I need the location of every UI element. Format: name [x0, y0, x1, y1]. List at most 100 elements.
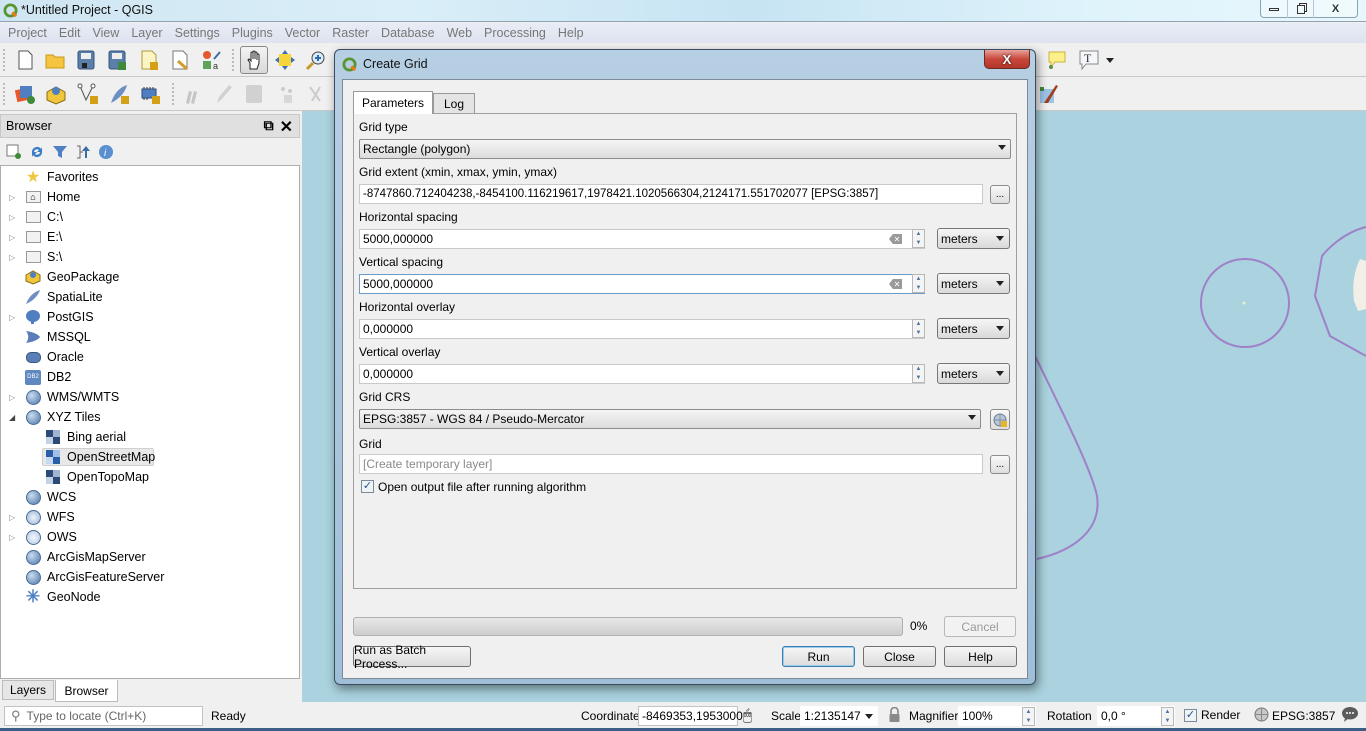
text-annotation-button[interactable]: T: [1076, 47, 1102, 73]
refresh-icon[interactable]: [28, 143, 46, 161]
menu-database[interactable]: Database: [375, 26, 441, 40]
expand-arrow-icon[interactable]: ▷: [9, 213, 17, 222]
tree-item-openstreetmap[interactable]: OpenStreetMap: [1, 447, 299, 467]
tree-item-arcgis-map-server[interactable]: ArcGisMapServer: [1, 547, 299, 567]
menu-edit[interactable]: Edit: [53, 26, 87, 40]
style-dock-button[interactable]: [1036, 81, 1062, 107]
new-virtual-layer-button[interactable]: [137, 81, 163, 107]
tree-item-drive-e[interactable]: ▷ E:\: [1, 227, 299, 247]
tree-item-wfs[interactable]: ▷ WFS: [1, 507, 299, 527]
current-edits-button[interactable]: [180, 81, 206, 107]
expand-arrow-icon[interactable]: ▷: [9, 393, 17, 402]
open-project-button[interactable]: [42, 47, 68, 73]
magnifier-spinner[interactable]: ▲ ▼: [1022, 707, 1035, 726]
expand-arrow-icon[interactable]: ▷: [9, 513, 17, 522]
horizontal-overlay-unit-select[interactable]: meters: [937, 318, 1010, 339]
menu-plugins[interactable]: Plugins: [226, 26, 279, 40]
add-selected-layers-icon[interactable]: [5, 143, 23, 161]
tree-item-wms-wmts[interactable]: ▷ WMS/WMTS: [1, 387, 299, 407]
style-manager-button[interactable]: a: [198, 47, 224, 73]
tree-item-mssql[interactable]: MSSQL: [1, 327, 299, 347]
toolbar-grip[interactable]: [172, 83, 175, 105]
coordinate-input[interactable]: -8469353,1953000: [638, 706, 743, 726]
vertical-overlay-input[interactable]: 0,000000: [359, 364, 925, 384]
project-crs-button[interactable]: EPSG:3857: [1272, 709, 1335, 723]
new-project-button[interactable]: [12, 47, 38, 73]
tree-item-xyz-tiles[interactable]: ◢ XYZ Tiles: [1, 407, 299, 427]
browser-tree[interactable]: ★ Favorites ▷ ⌂ Home ▷ C:\ ▷ E:\ ▷ S:\ GeoPack…: [0, 165, 300, 679]
tree-item-opentopomap[interactable]: OpenTopoMap: [1, 467, 299, 487]
grid-extent-browse-button[interactable]: ...: [990, 185, 1010, 204]
annotation-dropdown-arrow[interactable]: [1106, 58, 1114, 63]
tree-item-favorites[interactable]: ★ Favorites: [1, 167, 299, 187]
tree-item-spatialite[interactable]: SpatiaLite: [1, 287, 299, 307]
lock-scale-icon[interactable]: [889, 706, 900, 725]
toolbar-grip[interactable]: [3, 83, 6, 105]
tree-item-drive-c[interactable]: ▷ C:\: [1, 207, 299, 227]
collapse-all-icon[interactable]: [74, 143, 92, 161]
open-output-checkbox[interactable]: ✓: [361, 480, 374, 493]
float-panel-icon[interactable]: ⧉: [264, 117, 274, 137]
vertical-overlay-unit-select[interactable]: meters: [937, 363, 1010, 384]
menu-view[interactable]: View: [86, 26, 125, 40]
toolbar-grip[interactable]: [232, 49, 235, 71]
tree-item-geonode[interactable]: ✳ GeoNode: [1, 587, 299, 607]
filter-icon[interactable]: [51, 143, 69, 161]
expand-arrow-icon[interactable]: ▷: [9, 253, 17, 262]
grid-extent-input[interactable]: -8747860.712404238,-8454100.116219617,19…: [359, 184, 983, 204]
save-as-button[interactable]: [104, 47, 130, 73]
vertical-spacing-spinner[interactable]: ▲ ▼: [912, 274, 925, 293]
close-button[interactable]: Close: [863, 646, 936, 667]
menu-settings[interactable]: Settings: [169, 26, 226, 40]
save-edits-button[interactable]: [241, 81, 267, 107]
tree-item-ows[interactable]: ▷ OWS: [1, 527, 299, 547]
horizontal-spacing-spinner[interactable]: ▲ ▼: [912, 229, 925, 248]
horizontal-overlay-spinner[interactable]: ▲ ▼: [912, 319, 925, 338]
expand-arrow-icon[interactable]: ▷: [9, 533, 17, 542]
tree-item-postgis[interactable]: ▷ PostGIS: [1, 307, 299, 327]
minimize-button[interactable]: [1261, 0, 1287, 18]
expand-arrow-icon[interactable]: ▷: [9, 193, 17, 202]
vertical-spacing-unit-select[interactable]: meters: [937, 273, 1010, 294]
select-crs-button[interactable]: [990, 409, 1010, 430]
menu-vector[interactable]: Vector: [279, 26, 326, 40]
toggle-editing-button[interactable]: [210, 81, 236, 107]
tab-browser[interactable]: Browser: [55, 680, 118, 702]
tree-item-home[interactable]: ▷ ⌂ Home: [1, 187, 299, 207]
new-geopackage-layer-button[interactable]: [43, 81, 69, 107]
menu-raster[interactable]: Raster: [326, 26, 375, 40]
grid-output-browse-button[interactable]: ...: [990, 455, 1010, 474]
restore-button[interactable]: [1287, 0, 1313, 18]
annotation-button[interactable]: [1044, 47, 1070, 73]
tab-layers[interactable]: Layers: [2, 680, 54, 700]
expand-arrow-icon[interactable]: ▷: [9, 233, 17, 242]
pan-to-selection-button[interactable]: [272, 47, 298, 73]
vertical-overlay-spinner[interactable]: ▲ ▼: [912, 364, 925, 383]
tree-item-db2[interactable]: DB2 DB2: [1, 367, 299, 387]
scale-select[interactable]: 1:2135147: [800, 706, 878, 726]
toggle-extents-icon[interactable]: 🖱: [743, 707, 752, 724]
grid-output-input[interactable]: [Create temporary layer]: [359, 454, 983, 474]
tree-item-drive-s[interactable]: ▷ S:\: [1, 247, 299, 267]
data-source-manager-button[interactable]: [12, 81, 38, 107]
horizontal-spacing-input[interactable]: 5000,000000: [359, 229, 925, 249]
expand-arrow-icon[interactable]: ▷: [9, 313, 17, 322]
run-button[interactable]: Run: [782, 646, 855, 667]
zoom-in-button[interactable]: [303, 47, 329, 73]
rotation-spinner[interactable]: ▲ ▼: [1161, 707, 1174, 726]
new-print-layout-button[interactable]: [136, 47, 162, 73]
horizontal-spacing-unit-select[interactable]: meters: [937, 228, 1010, 249]
horizontal-overlay-input[interactable]: 0,000000: [359, 319, 925, 339]
vertical-spacing-input[interactable]: 5000,000000: [359, 274, 925, 294]
toolbar-grip[interactable]: [3, 49, 6, 71]
layout-manager-button[interactable]: [167, 47, 193, 73]
collapse-arrow-icon[interactable]: ◢: [9, 413, 17, 422]
tree-item-oracle[interactable]: Oracle: [1, 347, 299, 367]
cancel-button[interactable]: Cancel: [944, 616, 1016, 637]
new-shapefile-layer-button[interactable]: [75, 81, 101, 107]
dialog-close-button[interactable]: X: [984, 50, 1030, 69]
tree-item-bing-aerial[interactable]: Bing aerial: [1, 427, 299, 447]
add-feature-button[interactable]: [273, 81, 299, 107]
vertex-tool-button[interactable]: [304, 81, 330, 107]
save-project-button[interactable]: [73, 47, 99, 73]
